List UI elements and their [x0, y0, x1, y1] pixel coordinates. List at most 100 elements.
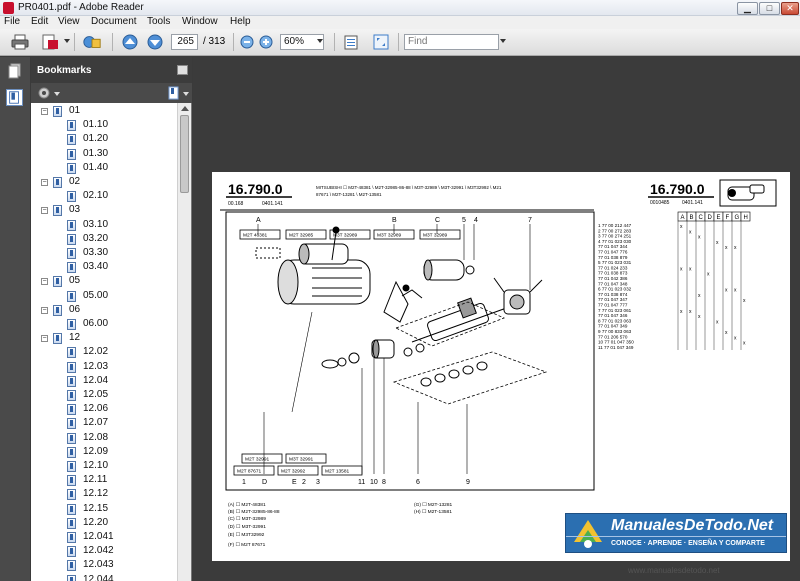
menu-view[interactable]: View [58, 16, 80, 27]
zoom-out-icon[interactable] [237, 33, 257, 51]
scroll-up-icon[interactable] [181, 106, 189, 111]
create-pdf-dropdown-icon[interactable] [64, 39, 70, 43]
callout-top-label: C [435, 217, 440, 224]
menu-tools[interactable]: Tools [147, 16, 170, 27]
collaborate-icon[interactable] [82, 33, 102, 51]
zoom-in-icon[interactable] [256, 33, 276, 51]
bookmarks-panel: Bookmarks − 01 01.10 01.20 01.30 01.40 − 02 02.1… [31, 57, 192, 581]
bookmark-group[interactable]: − 03 [31, 204, 177, 218]
bookmark-item[interactable]: 12.07 [31, 417, 177, 431]
menu-window[interactable]: Window [182, 16, 218, 27]
bookmark-item[interactable]: 12.04 [31, 375, 177, 389]
bookmark-item[interactable]: 12.043 [31, 559, 177, 573]
bookmarks-scrollbar[interactable] [177, 103, 191, 581]
minimize-button[interactable]: ▁ [737, 2, 758, 15]
bookmark-icon [67, 404, 76, 416]
collapse-toggle-icon[interactable]: − [41, 278, 48, 286]
options-dropdown-icon[interactable] [54, 92, 60, 96]
bookmark-label: 03 [69, 204, 81, 216]
new-bookmark-dropdown-icon[interactable] [183, 92, 189, 96]
part-box-bottom-label: M2T 87671 [237, 469, 262, 475]
page-number-input[interactable]: 265 [171, 34, 198, 50]
bookmark-item[interactable]: 01.20 [31, 133, 177, 147]
bookmark-group[interactable]: − 06 [31, 304, 177, 318]
maximize-button[interactable]: □ [759, 2, 780, 15]
collapse-toggle-icon[interactable]: − [41, 108, 48, 115]
part-number-row: 6 77 01 023 032 [598, 287, 632, 292]
bookmark-item[interactable]: 12.05 [31, 389, 177, 403]
bookmarks-panel-icon[interactable] [6, 89, 23, 106]
gear-icon[interactable] [37, 86, 51, 100]
menu-edit[interactable]: Edit [31, 16, 48, 27]
bookmark-item[interactable]: 01.30 [31, 148, 177, 162]
bookmark-item[interactable]: 12.11 [31, 474, 177, 488]
doc-sub-right2: 0401.141 [682, 200, 703, 206]
bookmark-item[interactable]: 12.041 [31, 531, 177, 545]
bookmark-item[interactable]: 12.09 [31, 446, 177, 460]
bookmark-group[interactable]: − 02 [31, 176, 177, 190]
bookmark-icon [67, 248, 76, 259]
bookmark-item[interactable]: 02.10 [31, 190, 177, 204]
fit-width-icon[interactable] [341, 33, 361, 51]
fitment-mark: x [689, 266, 692, 272]
bookmark-item[interactable]: 12.042 [31, 545, 177, 559]
toolbar-separator [74, 33, 75, 51]
part-number-row: 77 01 047 348 [598, 281, 628, 286]
bookmark-item[interactable]: 12.20 [31, 517, 177, 531]
bookmark-group[interactable]: − 05 [31, 275, 177, 289]
bookmark-item[interactable]: 05.00 [31, 290, 177, 304]
bookmark-label: 03.10 [83, 218, 109, 230]
document-view[interactable]: 16.790.0 00.168 0401.141 MITSUBISHI ☐ M2… [193, 57, 800, 581]
doc-header-text: MITSUBISHI ☐ M2T-48381 \ M2T-32985-86-88… [316, 185, 502, 190]
bookmark-item[interactable]: 01.40 [31, 162, 177, 176]
bookmark-item[interactable]: 03.40 [31, 261, 177, 275]
collapse-panel-button[interactable] [177, 65, 188, 75]
bookmark-icon [67, 219, 76, 231]
collapse-toggle-icon[interactable]: − [41, 306, 48, 314]
print-icon[interactable] [10, 33, 30, 51]
bookmark-item[interactable]: 12.10 [31, 460, 177, 474]
pages-panel-icon[interactable] [6, 63, 23, 80]
bookmark-icon [67, 418, 76, 430]
zoom-dropdown-icon[interactable] [317, 39, 323, 43]
bookmark-icon [53, 177, 62, 188]
legend-item: (B) ☐ M2T-32985-86-88 [228, 509, 280, 515]
bookmark-item[interactable]: 12.15 [31, 503, 177, 517]
bookmark-item[interactable]: 03.20 [31, 233, 177, 247]
toolbar-separator [233, 33, 234, 51]
part-box-bottom-label: M2T 32992 [281, 469, 306, 475]
bookmark-item[interactable]: 12.044 [31, 574, 177, 581]
part-number-row: 4 77 01 023 030 [598, 239, 632, 244]
bookmark-group[interactable]: − 01 [31, 105, 177, 119]
bookmark-item[interactable]: 12.03 [31, 361, 177, 375]
bookmark-item[interactable]: 03.10 [31, 219, 177, 233]
bookmark-label: 06.00 [83, 318, 109, 329]
bookmark-item[interactable]: 12.06 [31, 403, 177, 417]
fullscreen-icon[interactable] [371, 33, 391, 51]
menu-document[interactable]: Document [91, 16, 137, 27]
bookmark-item[interactable]: 12.02 [31, 346, 177, 360]
page-up-icon[interactable] [120, 33, 140, 51]
scrollbar-thumb[interactable] [180, 115, 189, 193]
page-down-icon[interactable] [145, 33, 165, 51]
callout-bottom-label: 3 [316, 479, 320, 486]
menu-help[interactable]: Help [230, 16, 251, 27]
fitment-mark: x [698, 314, 701, 320]
bookmark-item[interactable]: 01.10 [31, 119, 177, 133]
bookmark-item[interactable]: 06.00 [31, 318, 177, 332]
close-button[interactable]: ✕ [781, 2, 799, 15]
bookmark-item[interactable]: 03.30 [31, 247, 177, 261]
bookmark-item[interactable]: 12.08 [31, 432, 177, 446]
find-dropdown-icon[interactable] [500, 39, 506, 43]
create-pdf-icon[interactable] [40, 33, 60, 51]
menu-file[interactable]: File [4, 16, 20, 27]
bookmark-add-icon[interactable] [167, 86, 181, 100]
bookmark-group[interactable]: − 12 [31, 332, 177, 346]
bookmark-item[interactable]: 12.12 [31, 488, 177, 502]
doc-header-text2: 87671 \ M2T-13281 \ M2T-13581 [316, 192, 382, 197]
find-input[interactable]: Find [404, 34, 499, 50]
bookmark-icon [53, 276, 62, 288]
collapse-toggle-icon[interactable]: − [41, 207, 48, 215]
collapse-toggle-icon[interactable]: − [41, 179, 48, 186]
collapse-toggle-icon[interactable]: − [41, 335, 48, 343]
